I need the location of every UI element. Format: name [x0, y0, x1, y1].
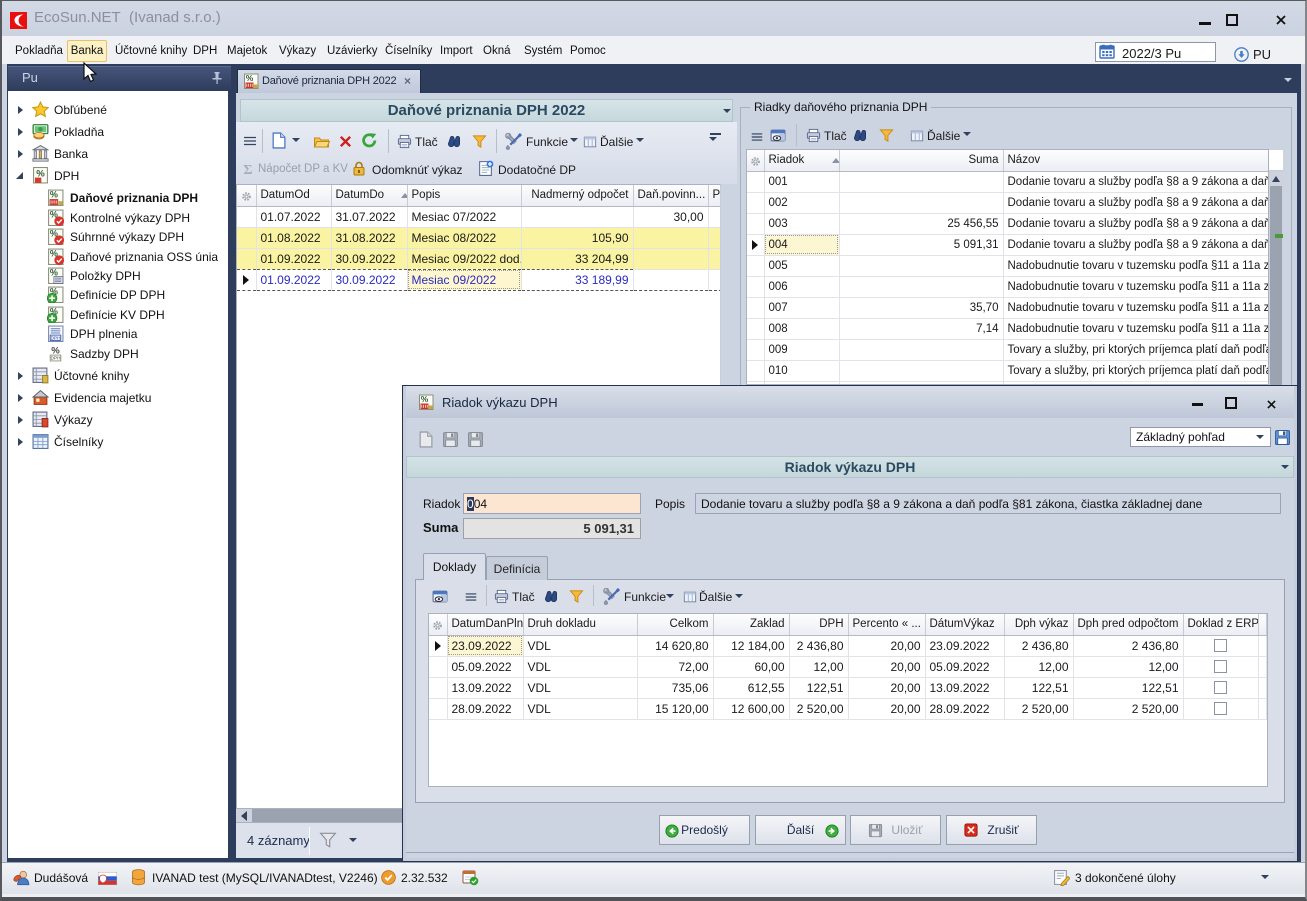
svg-text:DPH: DPH [50, 335, 61, 341]
svg-text:DPH: DPH [50, 356, 61, 362]
